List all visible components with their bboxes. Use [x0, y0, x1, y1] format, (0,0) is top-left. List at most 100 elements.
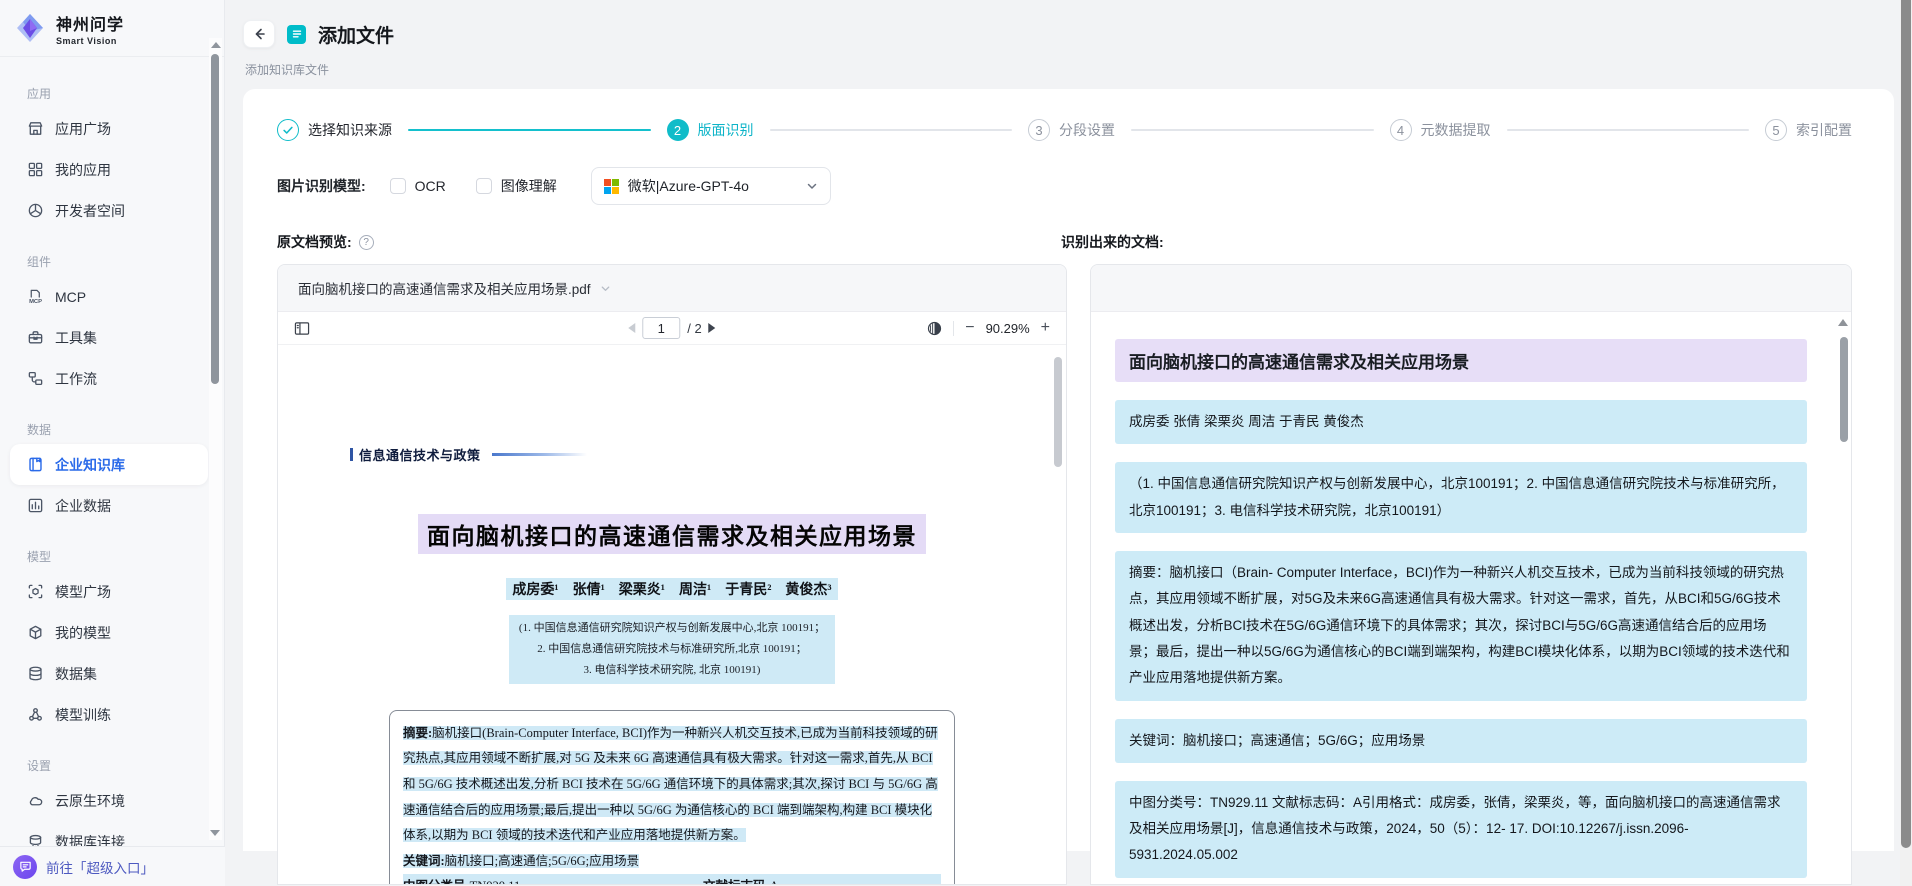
sphere-icon: [27, 202, 44, 219]
sidebar-item-my-apps[interactable]: 我的应用: [10, 149, 208, 190]
affiliation-line: 3. 电信科学技术研究院, 北京 100191): [519, 660, 825, 681]
pdf-preview-panel: 面向脑机接口的高速通信需求及相关应用场景.pdf / 2: [277, 264, 1067, 885]
sidebar-item-datasets[interactable]: 数据集: [10, 653, 208, 694]
sidebar-item-workflow[interactable]: 工作流: [10, 358, 208, 399]
result-scrollbar-thumb[interactable]: [1840, 337, 1848, 442]
scroll-up-arrow-icon[interactable]: [211, 42, 221, 48]
chevron-down-icon: [600, 283, 611, 294]
sidebar-item-model-training[interactable]: 模型训练: [10, 694, 208, 735]
help-icon[interactable]: ?: [359, 235, 374, 250]
result-panel-body: 面向脑机接口的高速通信需求及相关应用场景 成房委 张倩 梁栗炎 周洁 于青民 黄…: [1091, 312, 1851, 885]
image-model-row: 图片识别模型: OCR 图像理解 微软|Azure-GPT-4o: [277, 167, 1852, 205]
image-understanding-checkbox[interactable]: [476, 178, 492, 194]
sidebar-item-my-models[interactable]: 我的模型: [10, 612, 208, 653]
sidebar-item-label: 工具集: [55, 328, 97, 348]
previous-page-button[interactable]: [628, 323, 635, 333]
toolbar-separator: [953, 321, 954, 336]
ocr-checkbox-label: OCR: [415, 178, 446, 194]
sidebar-item-label: 我的模型: [55, 623, 111, 643]
svg-text:MCP: MCP: [29, 299, 42, 305]
step-5-index-config[interactable]: 5 索引配置: [1765, 119, 1852, 141]
sidebar: 神州问学 Smart Vision 应用 应用广场 我的应用 开发者空间: [0, 0, 225, 886]
page-scrollbar-thumb[interactable]: [1901, 0, 1911, 848]
pdf-page: 信息通信技术与政策 面向脑机接口的高速通信需求及相关应用场景 成房委¹ 张倩¹ …: [278, 345, 1066, 884]
step-1-select-source[interactable]: 选择知识来源: [277, 119, 392, 141]
step-4-metadata-extraction[interactable]: 4 元数据提取: [1390, 119, 1491, 141]
add-file-doc-icon: [287, 25, 306, 44]
sidebar-item-label: 模型训练: [55, 705, 111, 725]
stepper: 选择知识来源 2 版面识别 3 分段设置 4 元数据提取: [277, 119, 1852, 141]
result-panel-header: [1091, 265, 1851, 312]
sidebar-item-cloud-native[interactable]: 云原生环境: [10, 780, 208, 821]
sidebar-scrollbar-thumb[interactable]: [211, 54, 219, 384]
logo: 神州问学 Smart Vision: [0, 0, 224, 57]
page-scrollbar[interactable]: [1900, 0, 1912, 886]
scroll-up-arrow-icon[interactable]: [1838, 319, 1848, 326]
ocr-checkbox[interactable]: [390, 178, 406, 194]
page-title: 添加文件: [318, 21, 394, 48]
file-bar[interactable]: 面向脑机接口的高速通信需求及相关应用场景.pdf: [278, 265, 1066, 312]
cloud-icon: [27, 792, 44, 809]
classification-line: 中图分类号:TN929.11 文献标志码:A: [403, 874, 941, 884]
image-model-label: 图片识别模型:: [277, 176, 366, 196]
step-number: 5: [1765, 119, 1787, 141]
wizard-card: 选择知识来源 2 版面识别 3 分段设置 4 元数据提取: [243, 89, 1894, 851]
app-root: 神州问学 Smart Vision 应用 应用广场 我的应用 开发者空间: [0, 0, 1912, 886]
image-understanding-checkbox-group[interactable]: 图像理解: [476, 176, 557, 196]
recognized-authors-block: 成房委 张倩 梁栗炎 周洁 于青民 黄俊杰: [1115, 400, 1807, 444]
step-2-layout-recognition[interactable]: 2 版面识别: [667, 119, 754, 141]
image-understanding-checkbox-label: 图像理解: [501, 176, 557, 196]
contrast-toggle-icon[interactable]: [927, 321, 942, 336]
affiliation-line: 2. 中国信息通信研究院技术与标准研究所,北京 100191；: [519, 639, 825, 660]
pdf-toolbar: / 2 − 90.29% +: [278, 312, 1066, 345]
sidebar-item-label: 云原生环境: [55, 791, 125, 811]
paper-title: 面向脑机接口的高速通信需求及相关应用场景: [418, 514, 926, 554]
step-connector: [408, 129, 651, 131]
sidebar-item-model-market[interactable]: 模型广场: [10, 571, 208, 612]
paper-abstract-box: 摘要:脑机接口(Brain-Computer Interface, BCI)作为…: [389, 710, 955, 884]
sidebar-item-enterprise-data[interactable]: 企业数据: [10, 485, 208, 526]
pdf-scrollbar-thumb[interactable]: [1054, 357, 1062, 467]
step-number: 4: [1390, 119, 1412, 141]
sidebar-menu: 应用 应用广场 我的应用 开发者空间 组件 MCP MCP: [0, 57, 224, 862]
sidebar-item-app-market[interactable]: 应用广场: [10, 108, 208, 149]
pdf-filename: 面向脑机接口的高速通信需求及相关应用场景.pdf: [298, 278, 591, 298]
sidebar-toggle-icon[interactable]: [294, 321, 310, 336]
section-label-models: 模型: [0, 542, 224, 571]
sidebar-scrollbar[interactable]: [209, 38, 222, 840]
sidebar-item-label: 我的应用: [55, 160, 111, 180]
sidebar-item-label: 模型广场: [55, 582, 111, 602]
recognized-keywords-block: 关键词：脑机接口；高速通信；5G/6G；应用场景: [1115, 719, 1807, 763]
sidebar-item-mcp[interactable]: MCP MCP: [10, 276, 208, 317]
sidebar-item-toolset[interactable]: 工具集: [10, 317, 208, 358]
scroll-down-arrow-icon[interactable]: [210, 830, 220, 836]
abstract-paragraph: 摘要:脑机接口(Brain-Computer Interface, BCI)作为…: [403, 721, 941, 849]
back-button[interactable]: [243, 20, 275, 48]
ocr-checkbox-group[interactable]: OCR: [390, 178, 446, 194]
recognized-doc-panel: 面向脑机接口的高速通信需求及相关应用场景 成房委 张倩 梁栗炎 周洁 于青民 黄…: [1090, 264, 1852, 885]
page-number-input[interactable]: [642, 317, 680, 339]
sidebar-footer-super-entry[interactable]: 前往「超级入口」: [0, 846, 225, 886]
next-page-button[interactable]: [709, 323, 716, 333]
step-3-segmentation[interactable]: 3 分段设置: [1028, 119, 1115, 141]
zoom-out-button[interactable]: −: [965, 320, 974, 336]
panel-labels-row: 原文档预览: ? 识别出来的文档:: [277, 232, 1852, 252]
notebook-icon: [27, 456, 44, 473]
journal-header-line: [492, 453, 587, 456]
step-label: 选择知识来源: [308, 120, 392, 140]
zoom-level: 90.29%: [986, 321, 1030, 336]
model-select-dropdown[interactable]: 微软|Azure-GPT-4o: [591, 167, 831, 205]
sidebar-item-developer-space[interactable]: 开发者空间: [10, 190, 208, 231]
paper-affiliations: (1. 中国信息通信研究院知识产权与创新发展中心,北京 100191； 2. 中…: [509, 615, 835, 684]
grid-icon: [27, 161, 44, 178]
recognized-title-block: 面向脑机接口的高速通信需求及相关应用场景: [1115, 339, 1807, 382]
chat-bubble-icon: [13, 855, 37, 879]
journal-name: 信息通信技术与政策: [359, 445, 481, 464]
main-area: 添加文件 添加知识库文件 选择知识来源 2 版面识别 3: [225, 0, 1912, 886]
sidebar-item-knowledge-base[interactable]: 企业知识库: [10, 444, 208, 485]
result-label: 识别出来的文档:: [1061, 232, 1164, 252]
zoom-in-button[interactable]: +: [1041, 320, 1050, 336]
logo-diamond-icon: [13, 11, 47, 45]
toolbox-icon: [27, 329, 44, 346]
database-icon: [27, 665, 44, 682]
